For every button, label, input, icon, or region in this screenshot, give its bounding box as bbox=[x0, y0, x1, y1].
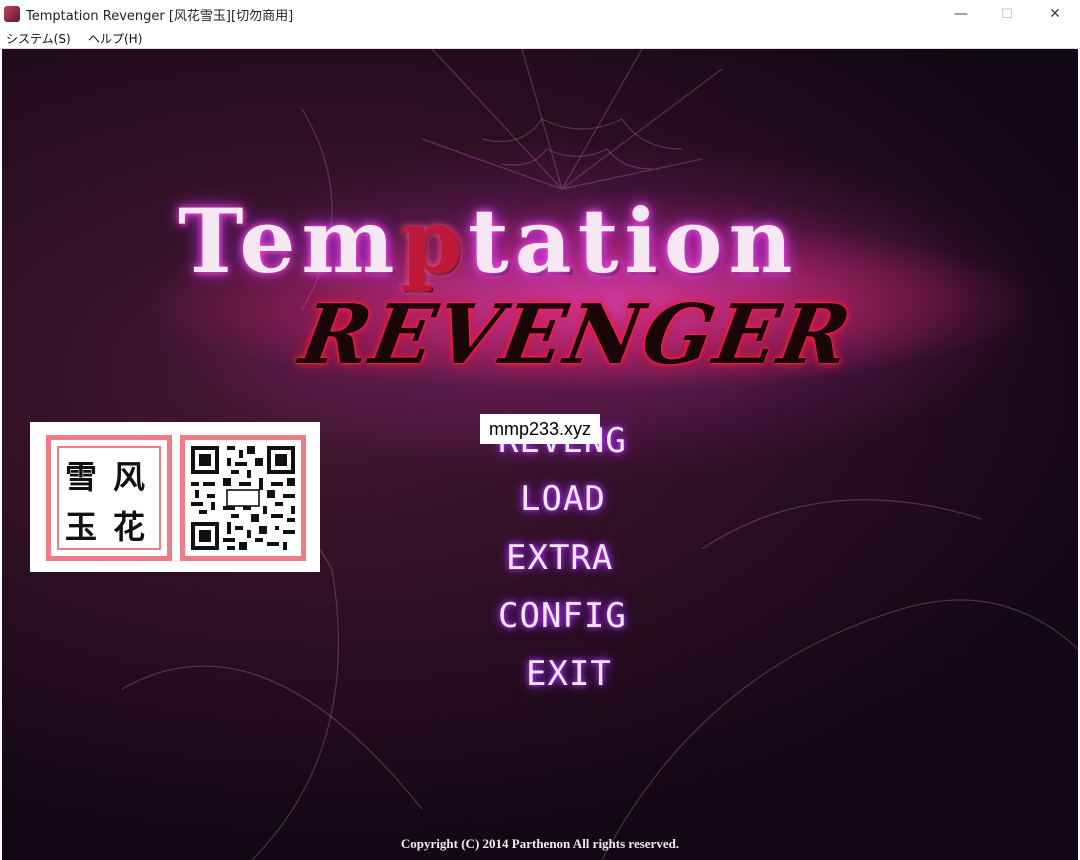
qr-code bbox=[191, 446, 295, 550]
game-logo-temptation: Temptation bbox=[178, 189, 1078, 293]
game-logo-revenger: REVENGER bbox=[293, 287, 859, 383]
overlay-ad-panel: 雪 风 玉 花 bbox=[30, 422, 320, 572]
close-button[interactable]: ✕ bbox=[1032, 0, 1078, 28]
game-screen: Temptation REVENGER REVENG LOAD EXTRA CO… bbox=[2, 49, 1078, 860]
window-title: Temptation Revenger [风花雪玉][切勿商用] bbox=[26, 9, 294, 24]
qr-code-frame bbox=[180, 435, 306, 561]
copyright-text: Copyright (C) 2014 Parthenon All rights … bbox=[400, 836, 680, 851]
minimize-button[interactable]: — bbox=[938, 0, 984, 28]
maximize-button[interactable]: ☐ bbox=[984, 0, 1030, 28]
seal-char: 风 bbox=[113, 458, 146, 496]
seal-char: 玉 bbox=[65, 508, 98, 546]
logo-text-part: Tem bbox=[178, 189, 401, 293]
menu-item-config[interactable]: CONFIG bbox=[498, 596, 627, 636]
app-icon bbox=[4, 6, 20, 22]
menu-item-load[interactable]: LOAD bbox=[520, 479, 606, 519]
menu-bar: システム(S) ヘルプ(H) bbox=[0, 28, 1080, 49]
menu-item-exit[interactable]: EXIT bbox=[526, 654, 612, 694]
seal-char: 花 bbox=[113, 508, 146, 546]
seal-stamp: 雪 风 玉 花 bbox=[46, 435, 172, 561]
window-titlebar: Temptation Revenger [风花雪玉][切勿商用] — ☐ ✕ bbox=[0, 0, 1080, 28]
menu-system[interactable]: システム(S) bbox=[6, 30, 71, 47]
watermark-label: mmp233.xyz bbox=[480, 414, 600, 444]
logo-text-accent: p bbox=[400, 189, 469, 293]
menu-item-extra[interactable]: EXTRA bbox=[506, 538, 613, 578]
menu-help[interactable]: ヘルプ(H) bbox=[88, 30, 142, 47]
logo-text-part: tation bbox=[468, 189, 799, 293]
seal-char: 雪 bbox=[65, 458, 98, 496]
